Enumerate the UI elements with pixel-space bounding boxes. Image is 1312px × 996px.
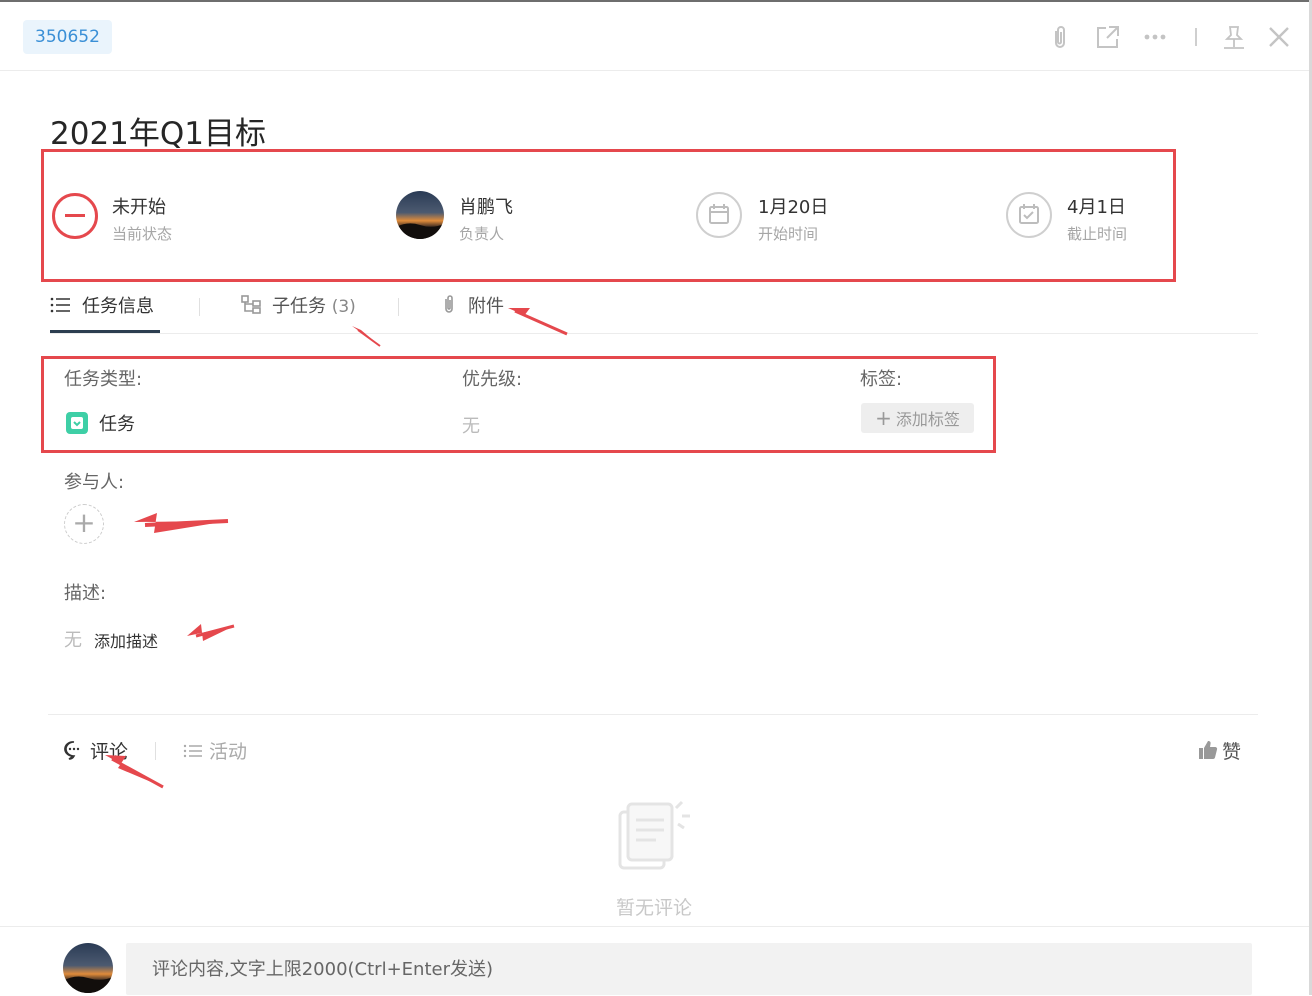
annotation-arrow [187, 624, 235, 641]
annotation-arrows [105, 308, 568, 789]
annotation-arrow [508, 308, 568, 336]
annotation-arrow [105, 755, 164, 789]
annotation-arrow [134, 513, 229, 533]
annotation-arrow [352, 326, 381, 347]
